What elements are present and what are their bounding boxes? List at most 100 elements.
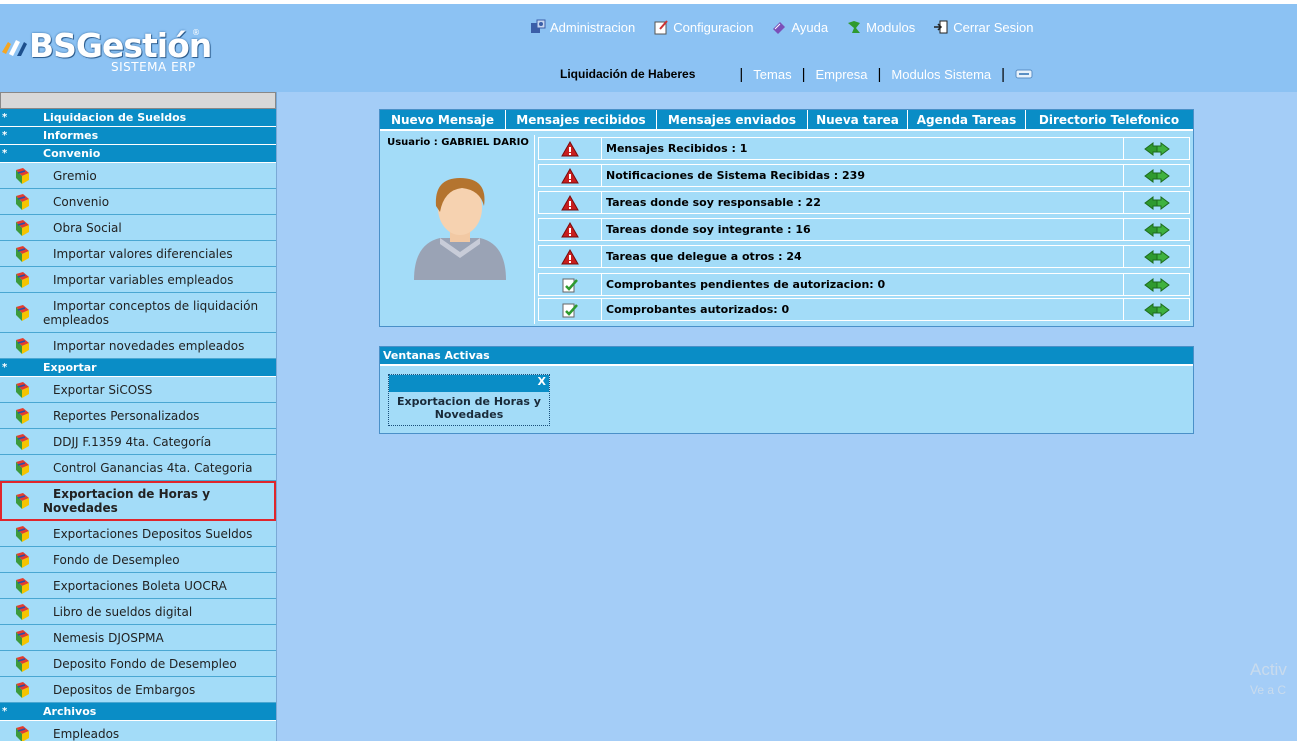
open-arrow-icon — [1143, 141, 1170, 156]
sidebar-item-importar-novedades-empleados[interactable]: Importar novedades empleados — [0, 333, 276, 359]
nav-modulos-label: Modulos — [866, 19, 916, 35]
message-summary-row: Comprobantes autorizados: 0 — [538, 298, 1190, 321]
section-informes[interactable]: * Informes — [0, 127, 276, 145]
active-window-card[interactable]: X Exportacion de Horas y Novedades — [388, 374, 550, 426]
user-label: Usuario : GABRIEL DARIO — [387, 137, 529, 148]
menu-item-icon-wrap — [0, 629, 43, 647]
open-button[interactable] — [1124, 298, 1190, 321]
menu-item-icon — [15, 219, 29, 236]
current-module: Liquidación de Haberes — [560, 67, 696, 81]
sidebar-item-exportaciones-boleta-uocra[interactable]: Exportaciones Boleta UOCRA — [0, 573, 276, 599]
menu-item-icon-wrap — [0, 603, 43, 621]
tab-nueva-tarea[interactable]: Nueva tarea — [808, 110, 908, 129]
message-summary-row: Mensajes Recibidos : 1 — [538, 137, 1190, 160]
sidebar-item-nemesis-djospma[interactable]: Nemesis DJOSPMA — [0, 625, 276, 651]
warning-icon — [561, 248, 579, 264]
open-button[interactable] — [1124, 191, 1190, 214]
section-archivos[interactable]: * Archivos — [0, 703, 276, 721]
tab-directorio-telefonico[interactable]: Directorio Telefonico — [1026, 110, 1192, 129]
subnav-separator: | — [877, 65, 882, 83]
open-button[interactable] — [1124, 137, 1190, 160]
sidebar-item-fondo-de-desempleo[interactable]: Fondo de Desempleo — [0, 547, 276, 573]
status-cell — [538, 191, 602, 214]
message-summary-row: Tareas donde soy integrante : 16 — [538, 218, 1190, 241]
nav-ayuda[interactable]: Ayuda — [771, 18, 828, 36]
open-button[interactable] — [1124, 218, 1190, 241]
nav-configuracion-label: Configuracion — [673, 19, 754, 35]
app-header: BSGestión ® SISTEMA ERP Administracion C… — [0, 0, 1297, 92]
sidebar-item-deposito-fondo-de-desempleo[interactable]: Deposito Fondo de Desempleo — [0, 651, 276, 677]
approved-icon — [562, 303, 578, 317]
os-activation-watermark: Activ Ve a C — [1250, 660, 1287, 697]
message-summary-text: Tareas donde soy integrante : 16 — [602, 218, 1124, 241]
tab-mensajes-enviados[interactable]: Mensajes enviados — [657, 110, 808, 129]
approved-icon — [562, 278, 578, 292]
active-window-titlebar: X — [389, 375, 549, 392]
sidebar-item-label: Control Ganancias 4ta. Categoria — [53, 460, 253, 475]
subnav-separator: | — [1001, 65, 1006, 83]
sidebar-item-exportacion-de-horas-y-novedades[interactable]: Exportacion de Horas y Novedades — [0, 481, 276, 521]
status-cell — [538, 245, 602, 268]
nav-cerrar-sesion[interactable]: Cerrar Sesion — [933, 18, 1033, 36]
keyboard-icon[interactable] — [1015, 69, 1033, 79]
sidebar-item-label: Obra Social — [53, 220, 122, 235]
subnav-temas[interactable]: Temas — [753, 67, 791, 82]
menu-item-icon — [15, 725, 29, 741]
sidebar-item-label: Fondo de Desempleo — [53, 552, 180, 567]
sidebar-item-reportes-personalizados[interactable]: Reportes Personalizados — [0, 403, 276, 429]
brand-registered: ® — [192, 28, 200, 37]
open-button[interactable] — [1124, 245, 1190, 268]
message-summary-row: Tareas que delegue a otros : 24 — [538, 245, 1190, 268]
sidebar-item-empleados[interactable]: Empleados — [0, 721, 276, 741]
open-arrow-icon — [1143, 222, 1170, 237]
sidebar-search-bar[interactable] — [0, 92, 276, 109]
message-summary-text: Tareas donde soy responsable : 22 — [602, 191, 1124, 214]
menu-item-icon-wrap — [0, 577, 43, 595]
sidebar-item-libro-de-sueldos-digital[interactable]: Libro de sueldos digital — [0, 599, 276, 625]
sidebar-item-importar-valores-diferenciales[interactable]: Importar valores diferenciales — [0, 241, 276, 267]
active-window-close-button[interactable]: X — [538, 375, 546, 388]
sidebar-item-exportaciones-depositos-sueldos[interactable]: Exportaciones Depositos Sueldos — [0, 521, 276, 547]
sidebar-item-importar-variables-empleados[interactable]: Importar variables empleados — [0, 267, 276, 293]
nav-modulos[interactable]: Modulos — [846, 18, 915, 36]
subnav-modulos-sistema[interactable]: Modulos Sistema — [891, 67, 991, 82]
subnav-separator: | — [739, 65, 744, 83]
subnav-empresa[interactable]: Empresa — [815, 67, 867, 82]
menu-item-icon-wrap — [0, 337, 43, 355]
menu-item-icon-wrap — [0, 655, 43, 673]
tab-mensajes-recibidos[interactable]: Mensajes recibidos — [506, 110, 657, 129]
active-window-title[interactable]: Exportacion de Horas y Novedades — [389, 395, 549, 421]
tab-agenda-tareas[interactable]: Agenda Tareas — [908, 110, 1026, 129]
sidebar-item-label: Empleados — [53, 726, 120, 741]
open-arrow-icon — [1143, 302, 1170, 317]
open-button[interactable] — [1124, 164, 1190, 187]
open-arrow-icon — [1143, 195, 1170, 210]
sidebar-item-gremio[interactable]: Gremio — [0, 163, 276, 189]
sidebar-item-ddjj-f-1359-4ta-categoria[interactable]: DDJJ F.1359 4ta. Categoría — [0, 429, 276, 455]
sidebar-item-control-ganancias-4ta-categoria[interactable]: Control Ganancias 4ta. Categoria — [0, 455, 276, 481]
tab-nuevo-mensaje[interactable]: Nuevo Mensaje — [380, 110, 506, 129]
brand-logo[interactable]: BSGestión ® SISTEMA ERP — [0, 20, 212, 80]
nav-administracion[interactable]: Administracion — [530, 18, 635, 36]
section-convenio[interactable]: * Convenio — [0, 145, 276, 163]
menu-item-icon-wrap — [0, 551, 43, 569]
menu-item-icon-wrap — [0, 381, 43, 399]
sidebar-item-label: Exportar SiCOSS — [53, 382, 153, 397]
status-cell — [538, 218, 602, 241]
nav-configuracion[interactable]: Configuracion — [653, 18, 753, 36]
section-exportar[interactable]: * Exportar — [0, 359, 276, 377]
sidebar-item-depositos-de-embargos[interactable]: Depositos de Embargos — [0, 677, 276, 703]
message-summary-text: Mensajes Recibidos : 1 — [602, 137, 1124, 160]
menu-item-icon-wrap — [0, 193, 43, 211]
sidebar-item-convenio[interactable]: Convenio — [0, 189, 276, 215]
menu-item-icon — [15, 433, 29, 450]
menu-item-icon-wrap — [0, 219, 43, 237]
message-summary-text: Comprobantes autorizados: 0 — [602, 298, 1124, 321]
section-liquidacion-de-sueldos[interactable]: * Liquidacion de Sueldos — [0, 109, 276, 127]
sidebar-item-importar-conceptos-de-liquidacion-empleados[interactable]: Importar conceptos de liquidación emplea… — [0, 293, 276, 333]
sidebar-item-label: Convenio — [53, 194, 110, 209]
open-button[interactable] — [1124, 273, 1190, 296]
sidebar-item-exportar-sicoss[interactable]: Exportar SiCOSS — [0, 377, 276, 403]
sidebar-item-label: Importar conceptos de liquidación emplea… — [43, 298, 259, 327]
sidebar-item-obra-social[interactable]: Obra Social — [0, 215, 276, 241]
